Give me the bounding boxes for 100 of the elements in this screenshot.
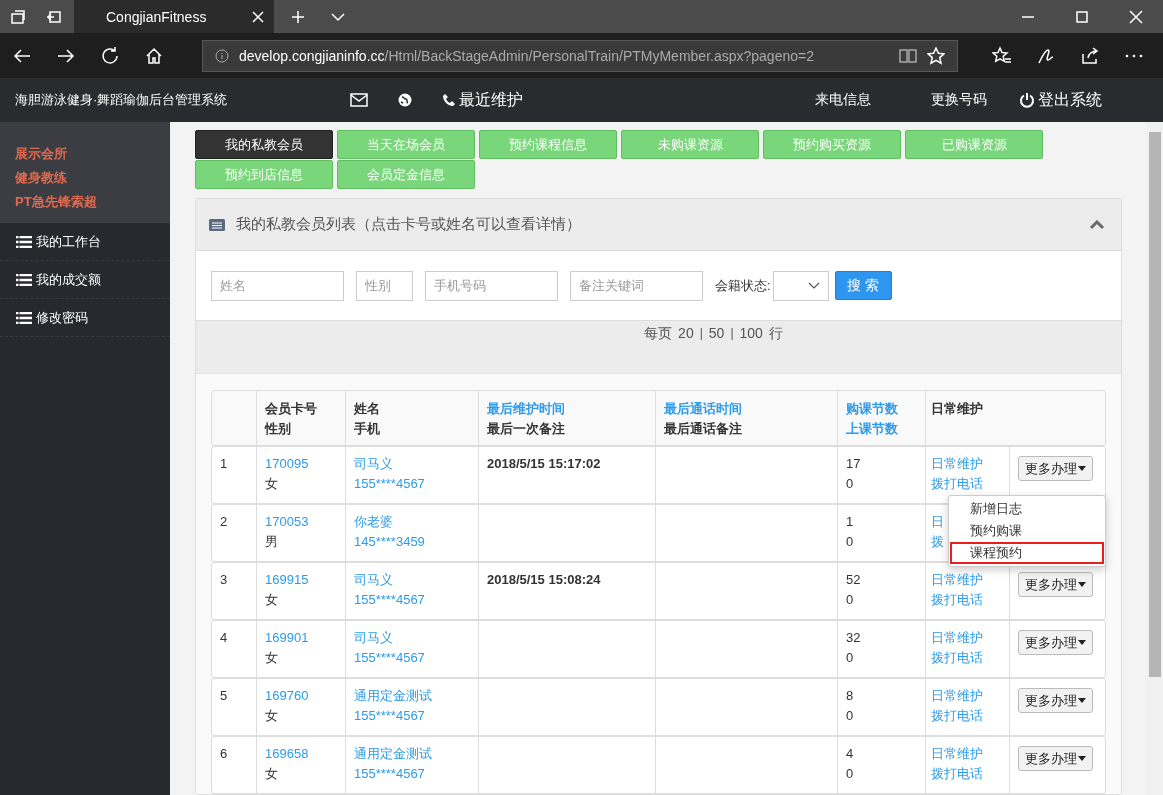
- lessons-attended: 0: [846, 649, 855, 667]
- tab[interactable]: 已购课资源: [905, 130, 1043, 159]
- maximize-icon[interactable]: [1075, 9, 1089, 24]
- card-number-link[interactable]: 169901: [265, 628, 337, 648]
- column-header: 最后一次备注: [487, 420, 566, 438]
- phone-icon[interactable]: [442, 93, 456, 107]
- new-tab-icon[interactable]: [290, 8, 306, 25]
- member-name-link[interactable]: 通用定金测试: [354, 686, 470, 706]
- menu-item[interactable]: 预约购课: [950, 520, 1104, 542]
- tab[interactable]: 未购课资源: [621, 130, 759, 159]
- tab-title: CongjianFitness: [106, 8, 208, 25]
- phone-link[interactable]: 155****4567: [354, 648, 470, 668]
- member-name-link[interactable]: 司马义: [354, 570, 470, 590]
- caret-icon[interactable]: [807, 281, 820, 290]
- scrollbar[interactable]: [1147, 122, 1163, 795]
- close-icon[interactable]: [1129, 9, 1143, 24]
- action-link[interactable]: 拨打电话: [931, 590, 1007, 610]
- gender-text: 女: [265, 649, 279, 667]
- search-button[interactable]: 搜 索: [834, 271, 892, 300]
- star-icon[interactable]: [927, 46, 945, 65]
- info-icon[interactable]: [215, 48, 229, 63]
- action-link[interactable]: 日常维护: [931, 628, 1007, 648]
- menu-item[interactable]: 新增日志: [950, 498, 1104, 520]
- more-button[interactable]: 更多办理: [1018, 456, 1093, 481]
- action-link[interactable]: 拨打电话: [931, 706, 1007, 726]
- action-link[interactable]: 日常维护: [931, 570, 1007, 590]
- column-header: 最后维护时间: [487, 400, 566, 418]
- panel-title: 我的私教会员列表（点击卡号或姓名可以查看详情）: [236, 215, 581, 234]
- caret-icon[interactable]: [1078, 640, 1086, 645]
- action-link[interactable]: 拨打电话: [931, 648, 1007, 668]
- pager-unit: 行: [768, 324, 783, 343]
- input-field[interactable]: 手机号码: [425, 270, 558, 301]
- action-link[interactable]: 日常维护: [931, 454, 1007, 474]
- tab[interactable]: 预约购买资源: [763, 130, 901, 159]
- caret-icon[interactable]: [1078, 582, 1086, 587]
- member-name-link[interactable]: 司马义: [354, 628, 470, 648]
- list-icon[interactable]: [16, 273, 32, 286]
- chevron-icon[interactable]: [1089, 219, 1105, 230]
- power-icon[interactable]: [1019, 92, 1035, 108]
- tab[interactable]: 会员定金信息: [337, 160, 475, 189]
- tab[interactable]: 预约到店信息: [195, 160, 333, 189]
- page-size-link[interactable]: 20: [678, 323, 694, 343]
- action-link[interactable]: 拨打电话: [931, 474, 1007, 494]
- refresh-icon[interactable]: [100, 45, 120, 66]
- tab[interactable]: 当天在场会员: [337, 130, 475, 159]
- action-link[interactable]: 拨打电话: [931, 764, 1007, 784]
- page-size-link[interactable]: 50: [708, 323, 725, 343]
- mail-icon[interactable]: [350, 93, 368, 107]
- row-index: 5: [220, 688, 228, 703]
- more-button[interactable]: 更多办理: [1018, 630, 1093, 655]
- reading-view-icon[interactable]: [899, 47, 917, 64]
- member-name-link[interactable]: 你老婆: [354, 512, 470, 532]
- recent-link[interactable]: 最近维护: [442, 89, 523, 111]
- card-number-link[interactable]: 170095: [265, 454, 337, 474]
- card-number-link[interactable]: 169915: [265, 570, 337, 590]
- more-button[interactable]: 更多办理: [1018, 688, 1093, 713]
- share-icon[interactable]: [1080, 45, 1100, 66]
- change-number-link[interactable]: 更换号码: [931, 91, 987, 109]
- tab[interactable]: 预约课程信息: [479, 130, 617, 159]
- card-number-link[interactable]: 169658: [265, 744, 337, 764]
- list-icon[interactable]: [16, 235, 32, 248]
- row-index: 6: [220, 746, 228, 761]
- card-number-link[interactable]: 169760: [265, 686, 337, 706]
- more-button[interactable]: 更多办理: [1018, 746, 1093, 771]
- phone-link[interactable]: 155****4567: [354, 764, 470, 784]
- pager-separator: |: [730, 325, 734, 342]
- favorites-icon[interactable]: [992, 45, 1012, 66]
- home-icon[interactable]: [144, 45, 164, 66]
- phone-link[interactable]: 145****3459: [354, 532, 470, 552]
- calls-link[interactable]: 来电信息: [815, 91, 871, 109]
- member-name-link[interactable]: 通用定金测试: [354, 744, 470, 764]
- tabs-icon[interactable]: [10, 8, 26, 25]
- set-aside-tabs-icon[interactable]: [46, 8, 62, 25]
- input-field[interactable]: 姓名: [211, 270, 344, 301]
- address-bar[interactable]: develop.congjianinfo.cc/Html/BackStageAdmin/PersonalTrain/PTMyMember.aspx?pageno=2: [202, 39, 958, 72]
- more-button[interactable]: 更多办理: [1018, 572, 1093, 597]
- input-field[interactable]: 性别: [356, 270, 413, 301]
- input-field[interactable]: 备注关键词: [570, 270, 703, 301]
- page-size-link[interactable]: 100: [739, 323, 763, 343]
- phone-link[interactable]: 155****4567: [354, 474, 470, 494]
- column-header: 最后通话时间: [664, 400, 743, 418]
- caret-icon[interactable]: [1078, 466, 1086, 471]
- card-number-link[interactable]: 170053: [265, 512, 337, 532]
- menu-item[interactable]: 课程预约: [950, 542, 1104, 564]
- tab[interactable]: 我的私教会员: [195, 130, 333, 159]
- lessons-bought: 32: [846, 629, 862, 647]
- phone-link[interactable]: 155****4567: [354, 590, 470, 610]
- list-icon[interactable]: [16, 311, 32, 324]
- logout-link[interactable]: 登出系统: [1019, 89, 1102, 111]
- phone-link[interactable]: 155****4567: [354, 706, 470, 726]
- browser-tab[interactable]: CongjianFitness: [74, 0, 274, 33]
- globe-icon[interactable]: [398, 93, 412, 107]
- caret-icon[interactable]: [1078, 756, 1086, 761]
- member-name-link[interactable]: 司马义: [354, 454, 470, 474]
- action-link[interactable]: 日常维护: [931, 686, 1007, 706]
- caret-icon[interactable]: [1078, 698, 1086, 703]
- close-icon[interactable]: [252, 10, 264, 23]
- profile-text: PT急先锋索超: [15, 193, 98, 211]
- action-link[interactable]: 日常维护: [931, 744, 1007, 764]
- column-header: 手机: [354, 420, 381, 438]
